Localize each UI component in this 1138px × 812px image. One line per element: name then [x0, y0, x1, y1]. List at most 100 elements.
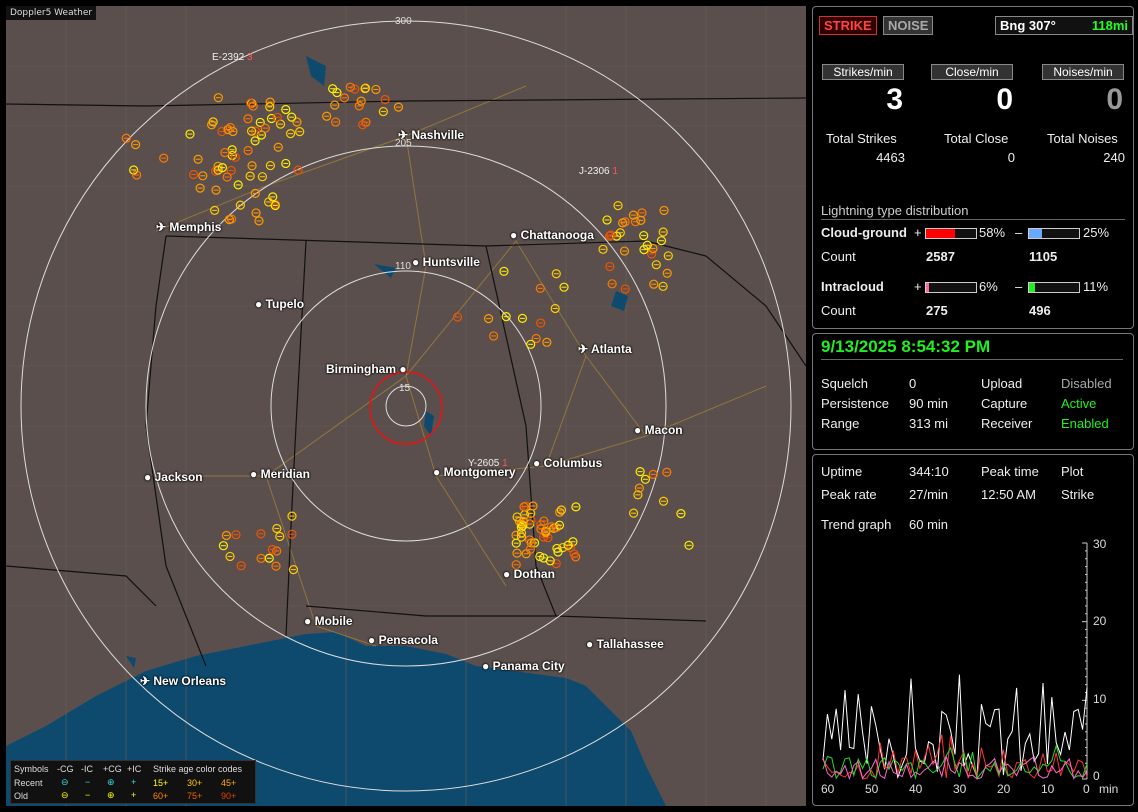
- legend-recent-label: Recent: [14, 778, 43, 788]
- close-rate-label[interactable]: Close/min: [931, 64, 1013, 80]
- trend-label: Trend graph: [821, 517, 892, 532]
- legend-col: -IC: [81, 764, 93, 774]
- x-tick-label: 40: [909, 782, 923, 796]
- x-tick-label: 10: [1041, 782, 1055, 796]
- trend-series-line: [822, 674, 1088, 780]
- x-tick-label: 20: [997, 782, 1011, 796]
- storm-id[interactable]: E-2392 3: [212, 52, 253, 63]
- cg-neg-pct: 25%: [1083, 225, 1110, 240]
- divider: [821, 359, 1123, 360]
- city-meridian: ● Meridian: [250, 467, 310, 481]
- strike-button[interactable]: STRIKE: [819, 16, 877, 35]
- capture-value[interactable]: Active: [1061, 396, 1096, 411]
- symbol-legend: Symbols -CG -IC +CG +IC Strike age color…: [10, 760, 256, 804]
- city-atlanta: ✈ Atlanta: [578, 342, 632, 356]
- city-tupelo: ● Tupelo: [255, 297, 305, 311]
- lightning-map[interactable]: Doppler5 Weather 300 205 110 15 E-2392 3…: [6, 6, 806, 806]
- pos-cg-old-icon: ⊕: [107, 790, 115, 800]
- legend-col: -CG: [57, 764, 74, 774]
- cg-neg-sign: –: [1015, 225, 1023, 240]
- peak-time-value: 12:50 AM: [981, 487, 1036, 502]
- ic-neg-pct: 11%: [1083, 279, 1109, 294]
- range-value[interactable]: 313 mi: [909, 416, 948, 431]
- total-close-value: 0: [1007, 150, 1015, 165]
- cg-pos-count: 2587: [926, 249, 955, 264]
- persistence-label: Persistence: [821, 396, 889, 411]
- plot-value[interactable]: Strike: [1061, 487, 1094, 502]
- age-90: 90+: [221, 791, 237, 801]
- map-graphics: [6, 6, 806, 806]
- legend-age-title: Strike age color codes: [153, 764, 243, 774]
- age-75: 75+: [187, 791, 203, 801]
- upload-value[interactable]: Disabled: [1061, 376, 1112, 391]
- city-pensacola: ● Pensacola: [368, 633, 438, 647]
- city-dothan: ● Dothan: [503, 567, 555, 581]
- age-60: 60+: [153, 791, 169, 801]
- divider: [821, 219, 1125, 220]
- cg-pos-sign: +: [914, 225, 922, 240]
- x-tick-label: 60: [821, 782, 835, 796]
- neg-cg-recent-icon: ⊖: [61, 777, 69, 787]
- clock-settings-panel: 9/13/2025 8:54:32 PM Squelch 0 Upload Di…: [812, 333, 1134, 450]
- city-new-orleans: ✈ New Orleans: [140, 674, 227, 688]
- y-tick-label: 20: [1093, 614, 1107, 628]
- age-45: 45+: [221, 778, 237, 788]
- ic-pos-sign: +: [914, 279, 922, 294]
- city-jackson: ● Jackson: [144, 470, 203, 484]
- x-tick-label: 30: [953, 782, 967, 796]
- ring-label: 15: [399, 383, 411, 394]
- total-noises-label: Total Noises: [1047, 131, 1118, 146]
- squelch-value[interactable]: 0: [909, 376, 916, 391]
- city-memphis: ✈ Memphis: [156, 220, 222, 234]
- city-nashville: ✈ Nashville: [398, 128, 465, 142]
- bearing-readout: Bng 307° 118mi: [995, 16, 1133, 35]
- peak-time-label: Peak time: [981, 464, 1039, 479]
- plot-label: Plot: [1061, 464, 1084, 479]
- ic-neg-count: 496: [1029, 303, 1051, 318]
- city-chattanooga: ● Chattanooga: [510, 228, 594, 242]
- y-tick-label: 30: [1093, 537, 1107, 551]
- cg-neg-count: 1105: [1029, 249, 1058, 264]
- noise-button[interactable]: NOISE: [883, 16, 934, 35]
- legend-col: +IC: [127, 764, 142, 774]
- neg-ic-recent-icon: −: [85, 777, 91, 787]
- peak-rate-label: Peak rate: [821, 487, 877, 502]
- cg-count-label: Count: [821, 249, 856, 264]
- clock-datetime: 9/13/2025 8:54:32 PM: [821, 337, 991, 356]
- strike-stats-panel: STRIKE NOISE Bng 307° 118mi Strikes/min …: [812, 6, 1134, 329]
- age-15: 15+: [153, 778, 169, 788]
- ic-pos-count: 275: [926, 303, 948, 318]
- uptime-value: 344:10: [909, 464, 949, 479]
- pos-cg-recent-icon: ⊕: [107, 777, 115, 787]
- strike-markers: [121, 82, 694, 575]
- cg-pos-bar: [925, 228, 977, 239]
- ring-label: 300: [395, 16, 412, 27]
- noises-rate-label[interactable]: Noises/min: [1042, 64, 1124, 80]
- range-label: Range: [821, 416, 860, 431]
- distribution-title: Lightning type distribution: [821, 203, 969, 218]
- capture-label: Capture: [981, 396, 1028, 411]
- persistence-value[interactable]: 90 min: [909, 396, 948, 411]
- city-montgomery: ● Montgomery: [433, 465, 516, 479]
- noises-rate-value: 0: [1106, 83, 1123, 116]
- app-title: Doppler5 Weather: [6, 6, 97, 20]
- city-birmingham: Birmingham ●: [326, 362, 407, 376]
- city-panama-city: ● Panama City: [482, 659, 565, 673]
- city-huntsville: ● Huntsville: [412, 255, 480, 269]
- cg-pos-pct: 58%: [979, 225, 1006, 240]
- y-tick-label: 10: [1093, 692, 1107, 706]
- receiver-value[interactable]: Enabled: [1061, 416, 1109, 431]
- upload-label: Upload: [981, 376, 1023, 391]
- y-tick-label: 0: [1093, 769, 1100, 783]
- storm-id[interactable]: J-2306 1: [579, 166, 618, 177]
- pos-ic-old-icon: +: [131, 790, 137, 800]
- age-30: 30+: [187, 778, 203, 788]
- ic-pos-bar: [925, 282, 977, 293]
- trend-value[interactable]: 60 min: [909, 517, 948, 532]
- strikes-rate-label[interactable]: Strikes/min: [822, 64, 904, 80]
- uptime-label: Uptime: [821, 464, 863, 479]
- cg-label: Cloud-ground: [821, 225, 907, 240]
- total-close-label: Total Close: [944, 131, 1009, 146]
- x-tick-label: 0: [1083, 782, 1090, 796]
- total-strikes-value: 4463: [876, 150, 905, 165]
